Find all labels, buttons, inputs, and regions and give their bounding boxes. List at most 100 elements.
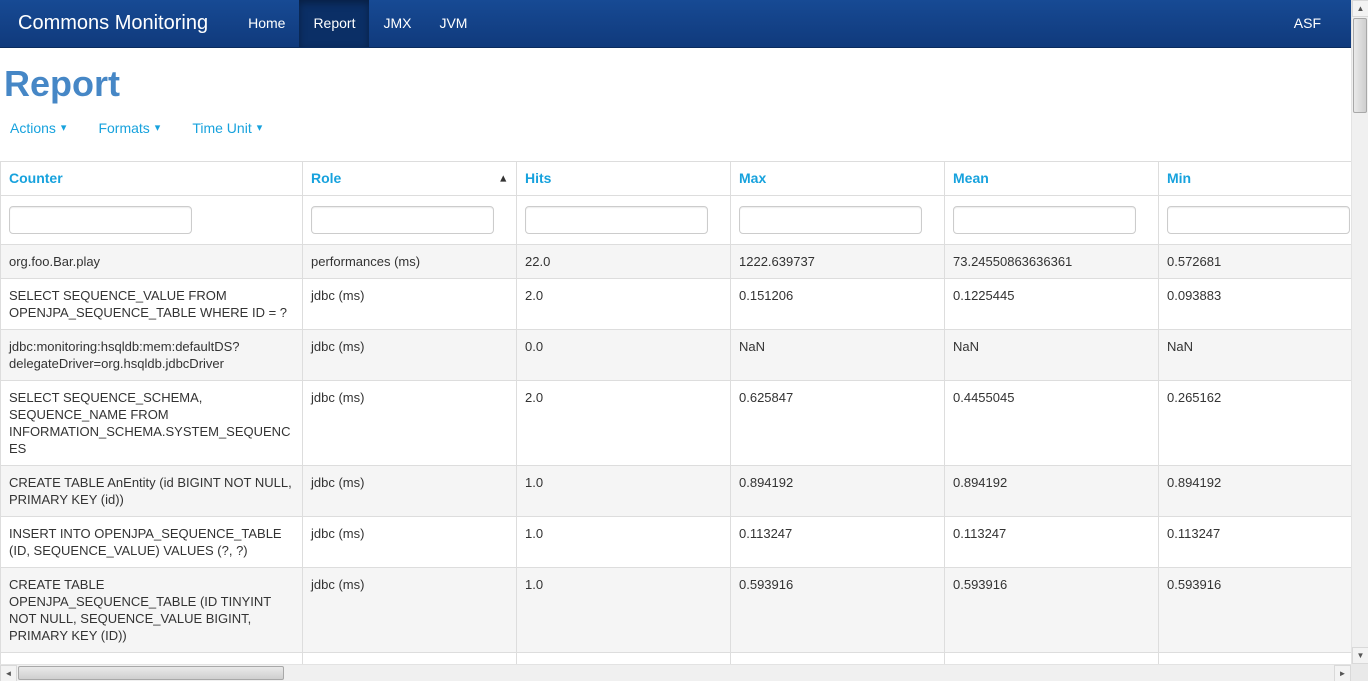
cell-mean: 1.707962: [945, 653, 1159, 665]
cell-mean: 0.113247: [945, 517, 1159, 568]
cell-mean: 0.4455045: [945, 381, 1159, 466]
table-row: SELECT SEQUENCE_VALUE FROM OPENJPA_SEQUE…: [1, 279, 1352, 330]
cell-hits: 22.0: [517, 245, 731, 279]
cell-min: 1.707962: [1159, 653, 1352, 665]
cell-role: jdbc (ms): [303, 568, 517, 653]
cell-role: performances (ms): [303, 245, 517, 279]
scroll-down-icon[interactable]: ▼: [1352, 647, 1368, 664]
report-table-container: Counter Role ▴ Hits Max Mean Min: [0, 161, 1351, 664]
filter-input-role[interactable]: [311, 206, 494, 234]
table-row: CREATE TABLE AnEntity (id BIGINT NOT NUL…: [1, 466, 1352, 517]
time-unit-dropdown-label: Time Unit: [192, 120, 251, 136]
table-row: INSERT INTO OPENJPA_SEQUENCE_TABLE (ID, …: [1, 517, 1352, 568]
filter-row: [1, 196, 1352, 245]
cell-min: 0.894192: [1159, 466, 1352, 517]
horizontal-scrollbar-thumb[interactable]: [18, 666, 284, 680]
report-table: Counter Role ▴ Hits Max Mean Min: [0, 161, 1351, 664]
cell-counter: UPDATE OPENJPA_SEQUENCE_TABLE SET SEQUEN…: [1, 653, 303, 665]
filter-input-hits[interactable]: [525, 206, 708, 234]
table-row: UPDATE OPENJPA_SEQUENCE_TABLE SET SEQUEN…: [1, 653, 1352, 665]
vertical-scrollbar[interactable]: ▲ ▼: [1351, 0, 1368, 664]
column-header-max[interactable]: Max: [731, 162, 945, 196]
cell-counter: SELECT SEQUENCE_SCHEMA, SEQUENCE_NAME FR…: [1, 381, 303, 466]
cell-mean: 0.593916: [945, 568, 1159, 653]
cell-role: jdbc (ms): [303, 466, 517, 517]
cell-min: 0.093883: [1159, 279, 1352, 330]
column-header-min[interactable]: Min: [1159, 162, 1352, 196]
nav-item-jmx[interactable]: JMX: [369, 0, 425, 47]
cell-hits: 2.0: [517, 381, 731, 466]
cell-mean: 0.1225445: [945, 279, 1159, 330]
scrollbar-corner: [1351, 664, 1368, 681]
cell-max: 0.894192: [731, 466, 945, 517]
scroll-right-icon[interactable]: ►: [1334, 665, 1351, 681]
table-row: SELECT SEQUENCE_SCHEMA, SEQUENCE_NAME FR…: [1, 381, 1352, 466]
cell-hits: 1.0: [517, 466, 731, 517]
cell-mean: 0.894192: [945, 466, 1159, 517]
page-title: Report: [4, 62, 1351, 106]
cell-min: 0.572681: [1159, 245, 1352, 279]
vertical-scrollbar-thumb[interactable]: [1353, 18, 1367, 113]
sort-asc-icon: ▴: [500, 173, 506, 184]
cell-role: jdbc (ms): [303, 653, 517, 665]
cell-max: NaN: [731, 330, 945, 381]
horizontal-scrollbar[interactable]: ◄ ►: [0, 664, 1351, 681]
cell-min: 0.593916: [1159, 568, 1352, 653]
caret-down-icon: ▾: [257, 123, 263, 134]
filter-input-mean[interactable]: [953, 206, 1136, 234]
formats-dropdown-label: Formats: [98, 120, 149, 136]
cell-counter: CREATE TABLE AnEntity (id BIGINT NOT NUL…: [1, 466, 303, 517]
cell-min: 0.265162: [1159, 381, 1352, 466]
cell-hits: 1.0: [517, 568, 731, 653]
scroll-left-icon[interactable]: ◄: [0, 665, 17, 681]
cell-max: 1.707962: [731, 653, 945, 665]
nav-item-report[interactable]: Report: [299, 0, 369, 47]
column-header-mean[interactable]: Mean: [945, 162, 1159, 196]
caret-down-icon: ▾: [155, 123, 161, 134]
cell-role: jdbc (ms): [303, 330, 517, 381]
nav-item-asf[interactable]: ASF: [1294, 0, 1351, 47]
cell-counter: CREATE TABLE OPENJPA_SEQUENCE_TABLE (ID …: [1, 568, 303, 653]
cell-hits: 0.0: [517, 330, 731, 381]
toolbar: Actions ▾ Formats ▾ Time Unit ▾: [10, 120, 1351, 136]
filter-input-min[interactable]: [1167, 206, 1350, 234]
cell-counter: INSERT INTO OPENJPA_SEQUENCE_TABLE (ID, …: [1, 517, 303, 568]
filter-input-counter[interactable]: [9, 206, 192, 234]
cell-hits: 1.0: [517, 517, 731, 568]
column-header-label: Mean: [953, 170, 989, 186]
table-row: org.foo.Bar.play performances (ms) 22.0 …: [1, 245, 1352, 279]
cell-role: jdbc (ms): [303, 517, 517, 568]
formats-dropdown[interactable]: Formats ▾: [98, 120, 160, 136]
header-row: Counter Role ▴ Hits Max Mean Min: [1, 162, 1352, 196]
actions-dropdown-label: Actions: [10, 120, 56, 136]
cell-max: 1222.639737: [731, 245, 945, 279]
cell-mean: 73.24550863636361: [945, 245, 1159, 279]
column-header-label: Min: [1167, 170, 1191, 186]
cell-counter: SELECT SEQUENCE_VALUE FROM OPENJPA_SEQUE…: [1, 279, 303, 330]
column-header-label: Max: [739, 170, 766, 186]
app-brand: Commons Monitoring: [0, 0, 234, 47]
actions-dropdown[interactable]: Actions ▾: [10, 120, 66, 136]
column-header-counter[interactable]: Counter: [1, 162, 303, 196]
cell-max: 0.151206: [731, 279, 945, 330]
filter-input-max[interactable]: [739, 206, 922, 234]
column-header-label: Counter: [9, 170, 63, 186]
cell-counter: org.foo.Bar.play: [1, 245, 303, 279]
column-header-role[interactable]: Role ▴: [303, 162, 517, 196]
cell-max: 0.593916: [731, 568, 945, 653]
column-header-label: Hits: [525, 170, 551, 186]
cell-min: 0.113247: [1159, 517, 1352, 568]
scroll-up-icon[interactable]: ▲: [1352, 0, 1368, 17]
cell-role: jdbc (ms): [303, 381, 517, 466]
table-row: jdbc:monitoring:hsqldb:mem:defaultDS?del…: [1, 330, 1352, 381]
table-row: CREATE TABLE OPENJPA_SEQUENCE_TABLE (ID …: [1, 568, 1352, 653]
column-header-label: Role: [311, 170, 341, 186]
cell-role: jdbc (ms): [303, 279, 517, 330]
column-header-hits[interactable]: Hits: [517, 162, 731, 196]
nav-item-jvm[interactable]: JVM: [425, 0, 481, 47]
time-unit-dropdown[interactable]: Time Unit ▾: [192, 120, 262, 136]
nav-item-home[interactable]: Home: [234, 0, 299, 47]
cell-counter: jdbc:monitoring:hsqldb:mem:defaultDS?del…: [1, 330, 303, 381]
cell-min: NaN: [1159, 330, 1352, 381]
cell-max: 0.113247: [731, 517, 945, 568]
